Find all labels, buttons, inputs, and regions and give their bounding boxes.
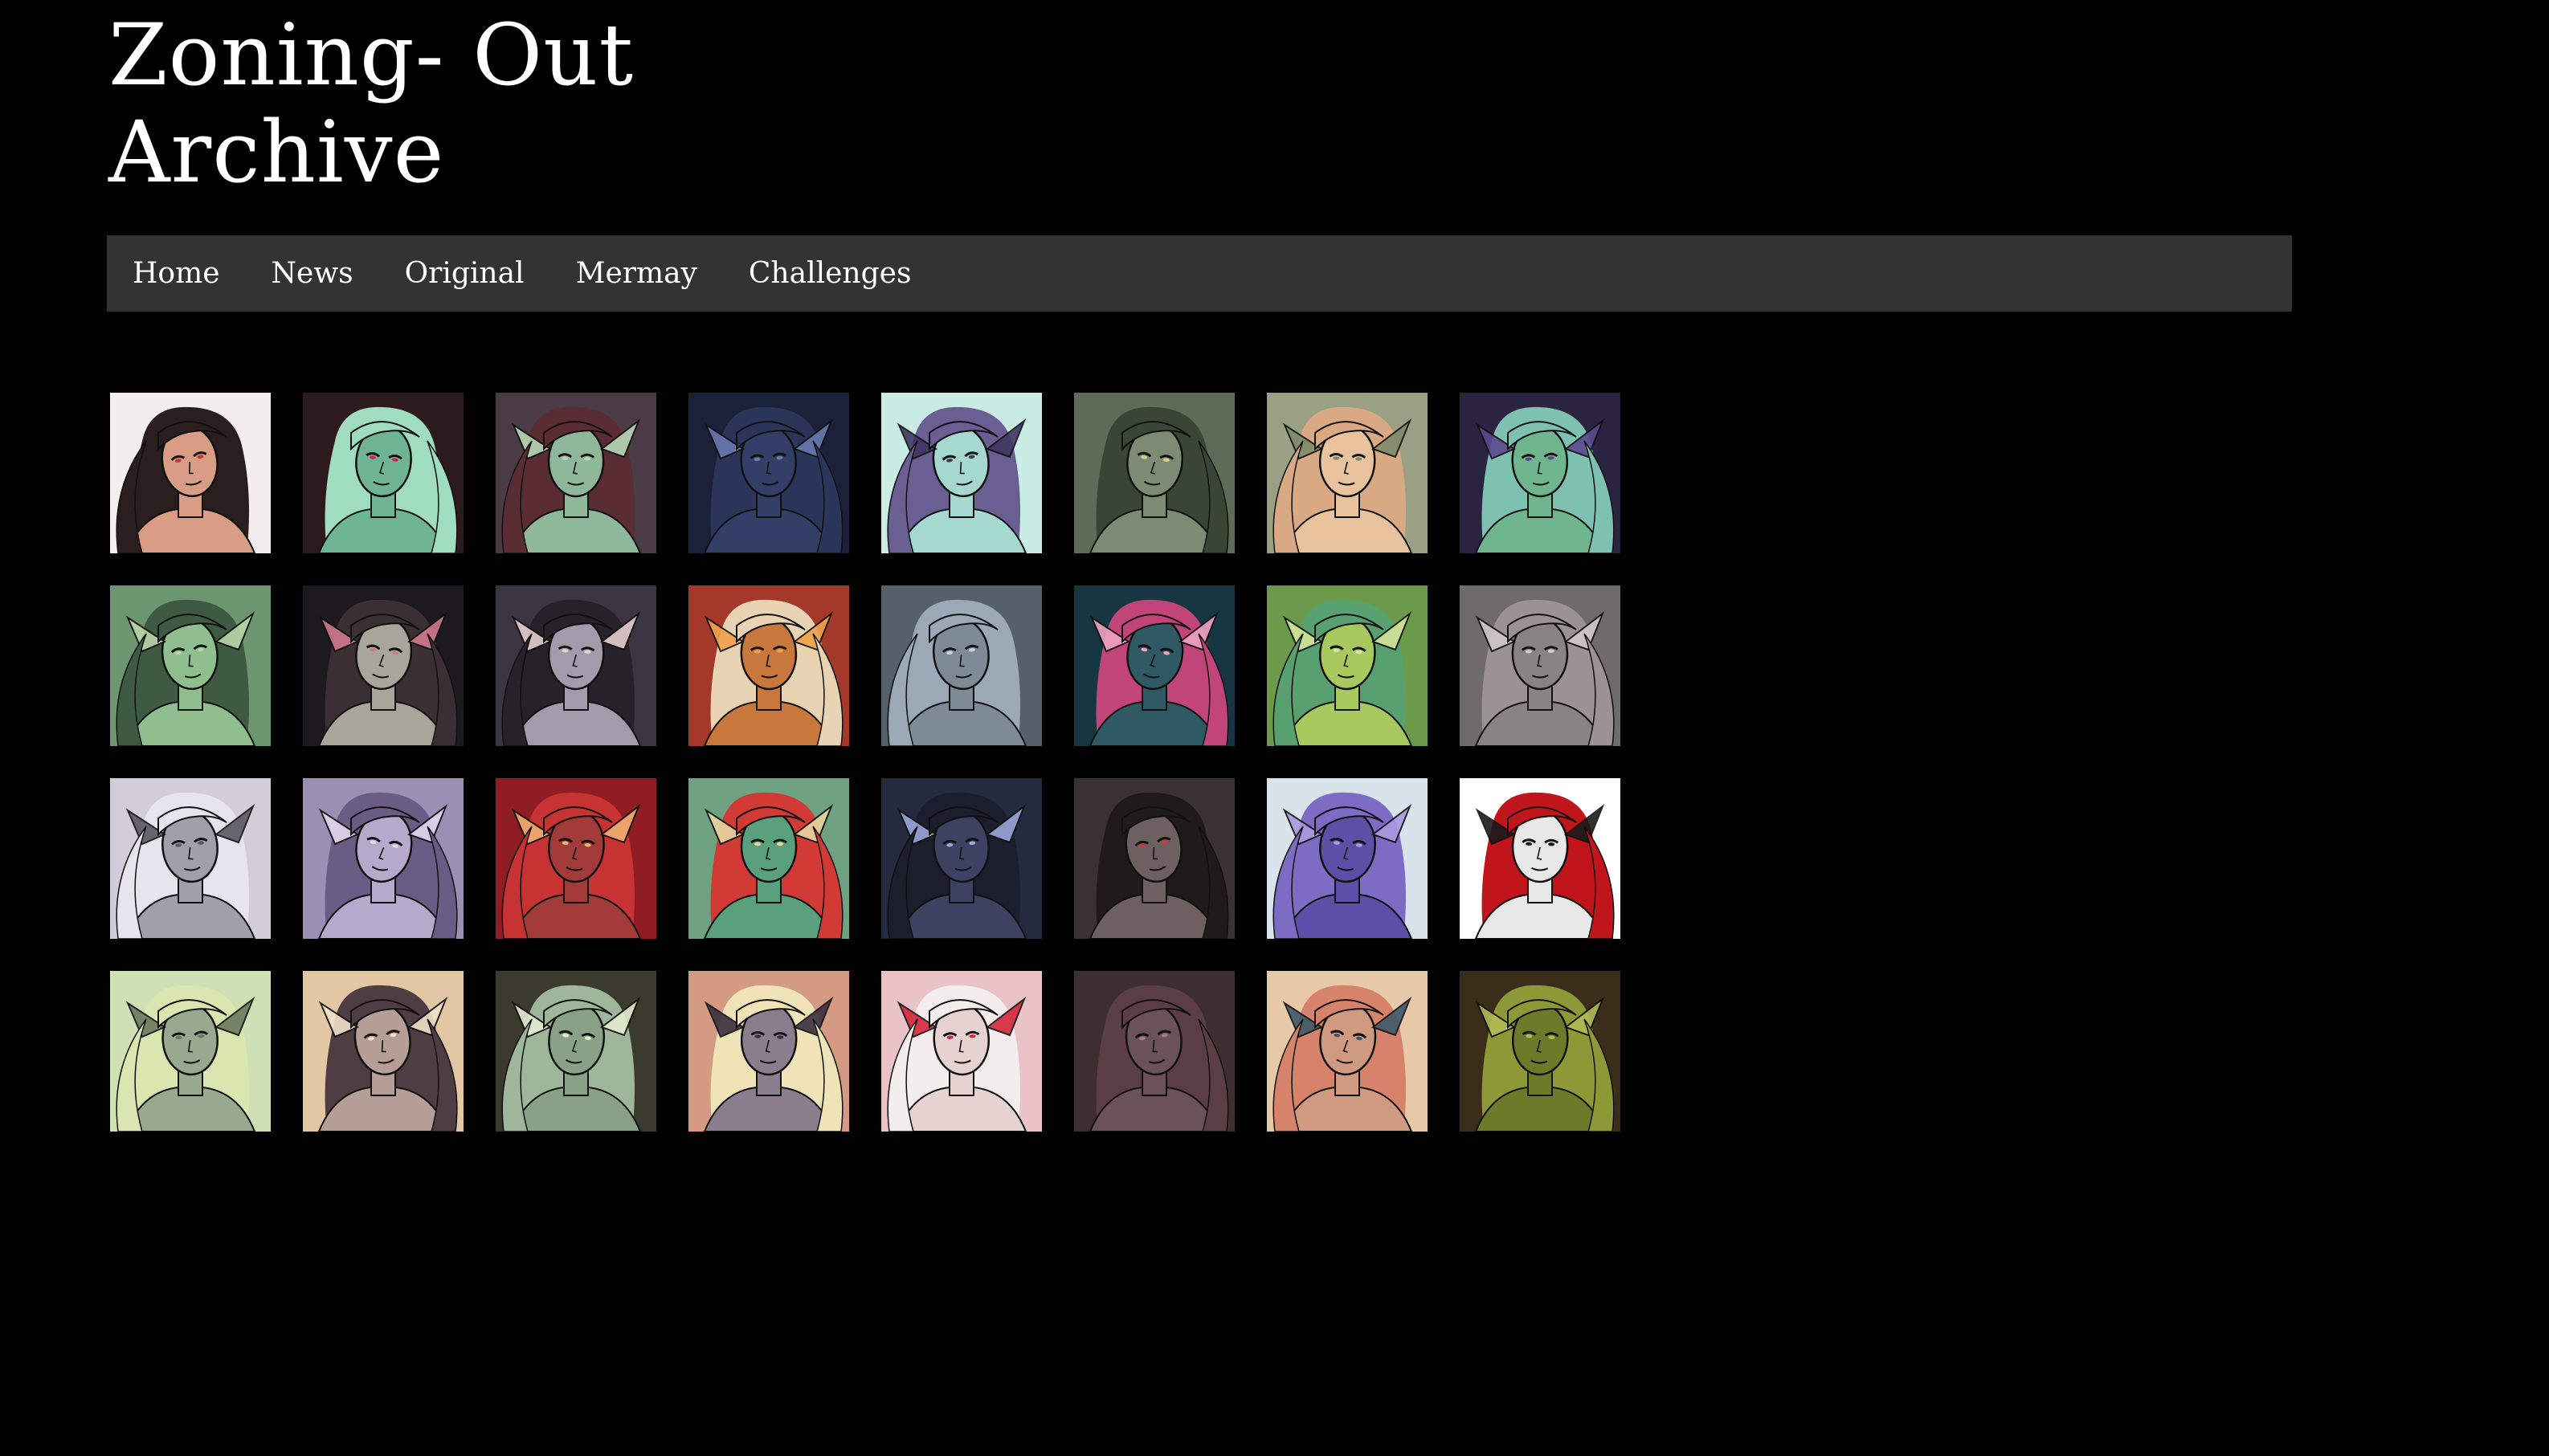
- portrait-image: [110, 971, 271, 1132]
- gallery-thumbnail[interactable]: [110, 585, 271, 746]
- portrait-image: [496, 971, 656, 1132]
- gallery-thumbnail[interactable]: [1460, 778, 1620, 939]
- portrait-image: [1460, 393, 1620, 553]
- gallery-thumbnail[interactable]: [496, 971, 656, 1132]
- portrait-image: [1074, 393, 1235, 553]
- gallery-thumbnail[interactable]: [1267, 778, 1428, 939]
- portrait-image: [303, 778, 464, 939]
- gallery-thumbnail[interactable]: [1074, 778, 1235, 939]
- site-title-line2: Archive: [108, 103, 445, 202]
- portrait-image: [1460, 585, 1620, 746]
- main-navigation: Home News Original Mermay Challenges: [107, 235, 2292, 312]
- portrait-image: [688, 393, 849, 553]
- thumbnail-gallery: [110, 393, 1620, 1132]
- portrait-image: [1267, 393, 1428, 553]
- gallery-thumbnail[interactable]: [881, 971, 1042, 1132]
- portrait-image: [1074, 971, 1235, 1132]
- gallery-thumbnail[interactable]: [303, 393, 464, 553]
- nav-item-challenges[interactable]: Challenges: [749, 257, 912, 290]
- portrait-image: [881, 393, 1042, 553]
- gallery-thumbnail[interactable]: [1267, 585, 1428, 746]
- portrait-image: [1460, 971, 1620, 1132]
- site-title-line1: Zoning- Out: [108, 6, 635, 104]
- portrait-image: [688, 585, 849, 746]
- portrait-image: [881, 971, 1042, 1132]
- portrait-image: [1460, 778, 1620, 939]
- gallery-thumbnail[interactable]: [110, 971, 271, 1132]
- gallery-thumbnail[interactable]: [881, 585, 1042, 746]
- gallery-thumbnail[interactable]: [303, 585, 464, 746]
- gallery-thumbnail[interactable]: [1460, 585, 1620, 746]
- gallery-thumbnail[interactable]: [881, 778, 1042, 939]
- portrait-image: [110, 778, 271, 939]
- portrait-image: [303, 971, 464, 1132]
- nav-item-news[interactable]: News: [272, 257, 353, 290]
- portrait-image: [496, 778, 656, 939]
- portrait-image: [496, 393, 656, 553]
- portrait-image: [303, 585, 464, 746]
- portrait-image: [688, 778, 849, 939]
- gallery-thumbnail[interactable]: [1460, 393, 1620, 553]
- portrait-image: [1267, 971, 1428, 1132]
- portrait-image: [1267, 585, 1428, 746]
- gallery-thumbnail[interactable]: [688, 393, 849, 553]
- gallery-thumbnail[interactable]: [688, 778, 849, 939]
- gallery-thumbnail[interactable]: [110, 778, 271, 939]
- portrait-image: [688, 971, 849, 1132]
- portrait-image: [110, 585, 271, 746]
- gallery-thumbnail[interactable]: [110, 393, 271, 553]
- gallery-thumbnail[interactable]: [496, 393, 656, 553]
- gallery-thumbnail[interactable]: [1267, 971, 1428, 1132]
- gallery-thumbnail[interactable]: [496, 585, 656, 746]
- portrait-image: [496, 585, 656, 746]
- gallery-thumbnail[interactable]: [1074, 971, 1235, 1132]
- portrait-image: [1074, 778, 1235, 939]
- gallery-thumbnail[interactable]: [688, 585, 849, 746]
- nav-item-home[interactable]: Home: [133, 257, 220, 290]
- portrait-image: [110, 393, 271, 553]
- nav-item-mermay[interactable]: Mermay: [576, 257, 697, 290]
- gallery-thumbnail[interactable]: [496, 778, 656, 939]
- portrait-image: [881, 585, 1042, 746]
- gallery-thumbnail[interactable]: [303, 971, 464, 1132]
- portrait-image: [881, 778, 1042, 939]
- gallery-thumbnail[interactable]: [1460, 971, 1620, 1132]
- portrait-image: [303, 393, 464, 553]
- portrait-image: [1074, 585, 1235, 746]
- gallery-thumbnail[interactable]: [1267, 393, 1428, 553]
- gallery-thumbnail[interactable]: [303, 778, 464, 939]
- gallery-thumbnail[interactable]: [881, 393, 1042, 553]
- gallery-thumbnail[interactable]: [1074, 393, 1235, 553]
- gallery-thumbnail[interactable]: [688, 971, 849, 1132]
- portrait-image: [1267, 778, 1428, 939]
- gallery-thumbnail[interactable]: [1074, 585, 1235, 746]
- site-title[interactable]: Zoning- Out Archive: [108, 6, 634, 201]
- nav-item-original[interactable]: Original: [405, 257, 525, 290]
